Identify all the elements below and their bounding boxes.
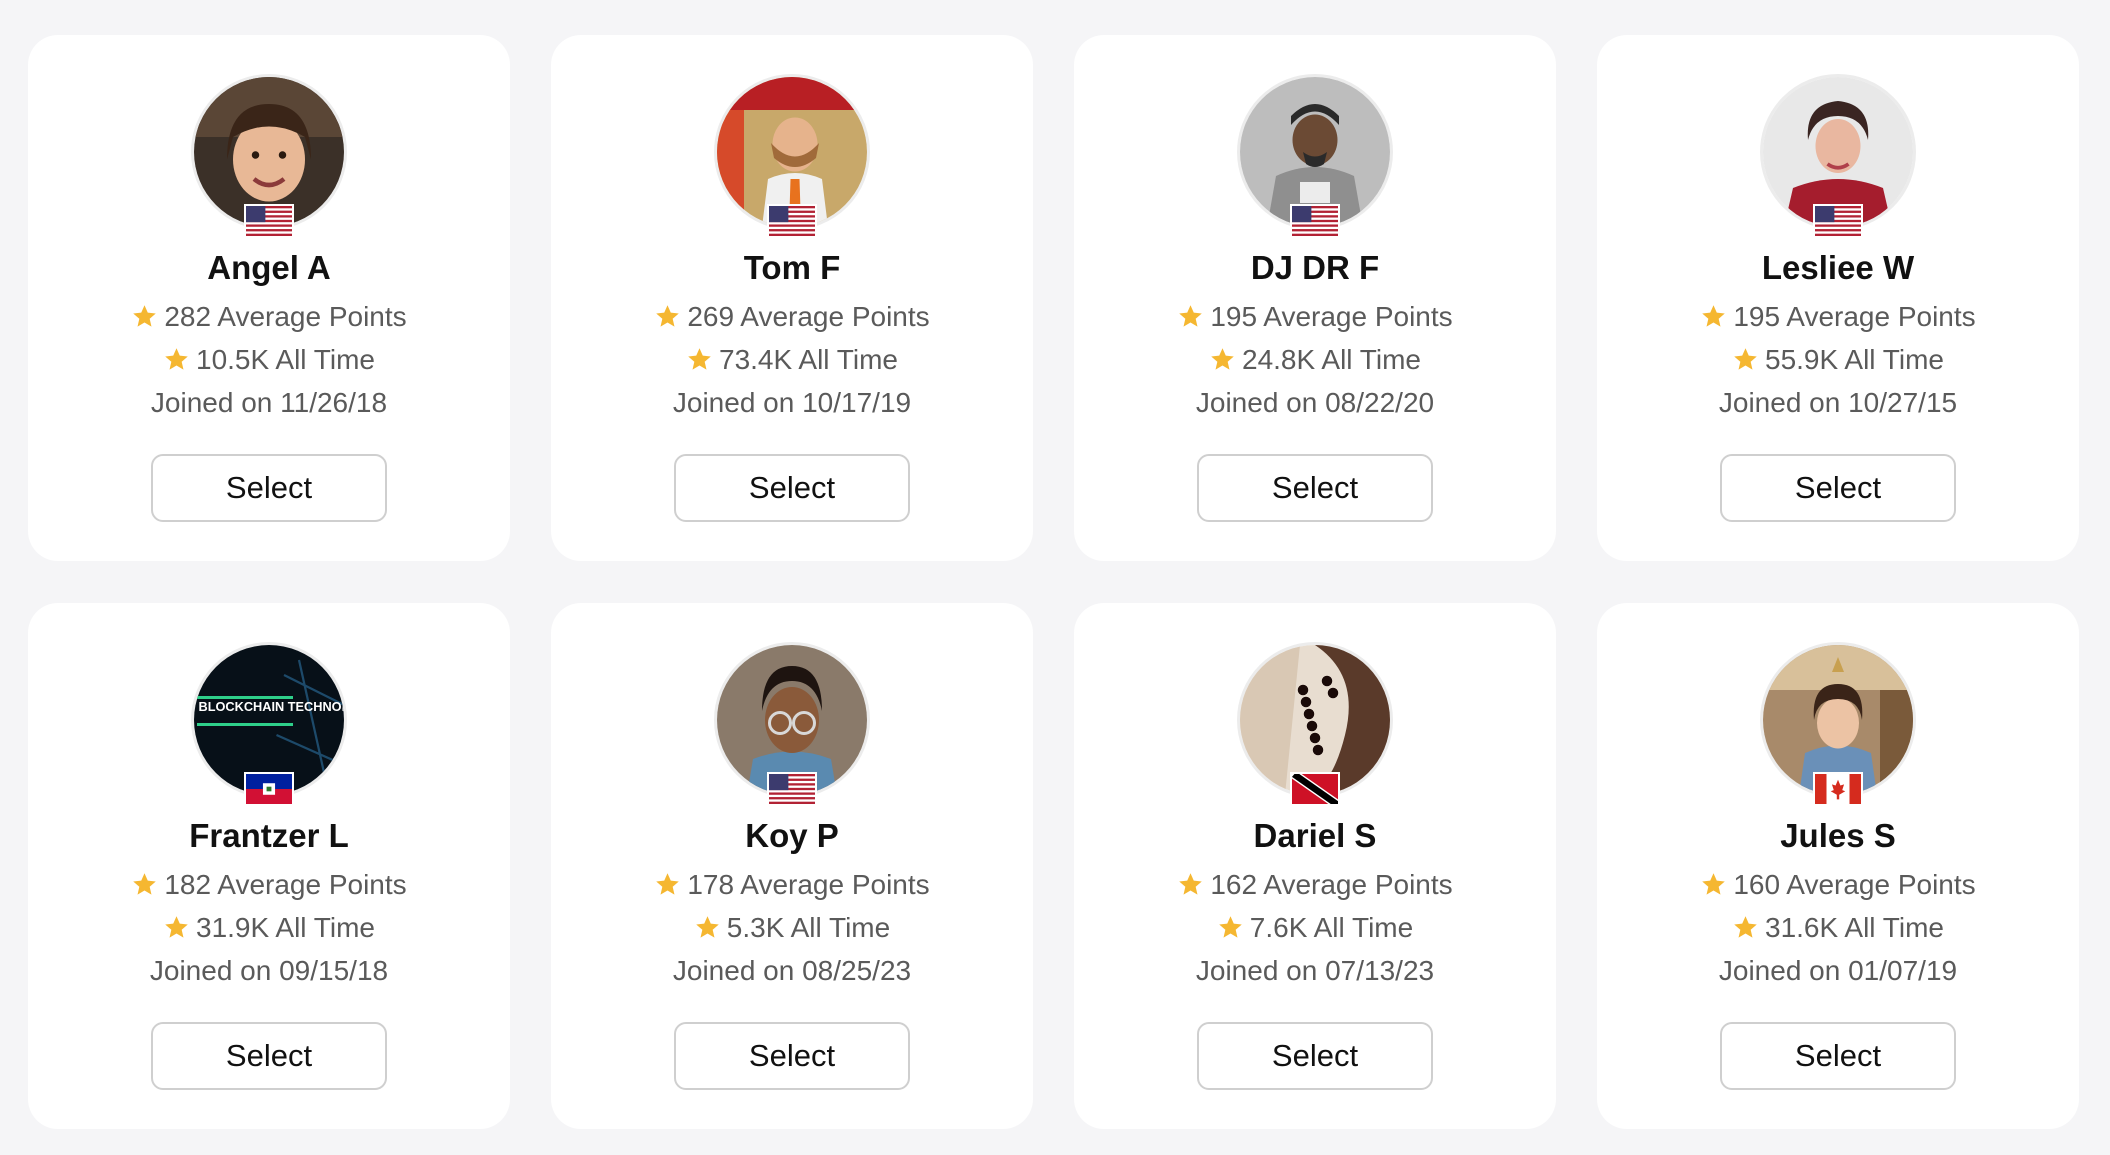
star-icon (1219, 916, 1242, 938)
user-card: DJ DR F 195 Average Points 24.8K All Tim… (1074, 35, 1556, 561)
average-points: 178 Average Points (654, 865, 930, 904)
user-name: Frantzer L (189, 817, 349, 854)
joined-date: Joined on 09/15/18 (149, 955, 389, 986)
select-button[interactable]: Select (674, 454, 910, 522)
all-time-text: 31.6K All Time (1765, 912, 1944, 943)
average-points: 269 Average Points (654, 297, 930, 336)
average-points: 162 Average Points (1177, 865, 1453, 904)
all-time-text: 5.3K All Time (726, 912, 891, 943)
star-icon (656, 873, 680, 895)
avatar-container: BLOCKCHAIN TECHNOLOGY (191, 642, 347, 806)
joined-date: Joined on 08/22/20 (1195, 387, 1435, 418)
all-time-points: 7.6K All Time (1217, 908, 1413, 947)
all-time-text: 7.6K All Time (1249, 912, 1414, 943)
user-card: Jules S 160 Average Points 31.6K All Tim… (1597, 603, 2079, 1129)
average-points-text: 182 Average Points (164, 869, 407, 900)
all-time-text: 55.9K All Time (1765, 344, 1944, 375)
star-icon (1702, 873, 1726, 895)
user-card-grid: Angel A 282 Average Points 10.5K All Tim… (28, 35, 2079, 1129)
all-time-points: 5.3K All Time (694, 908, 890, 947)
all-time-points: 31.9K All Time (163, 908, 375, 947)
user-name: Dariel S (1253, 817, 1377, 854)
select-button[interactable]: Select (674, 1022, 910, 1090)
user-name: Tom F (743, 249, 841, 286)
star-icon (1179, 305, 1203, 327)
star-icon (133, 305, 157, 327)
average-points: 195 Average Points (1177, 297, 1453, 336)
us-flag-icon (1813, 204, 1863, 238)
average-points: 195 Average Points (1700, 297, 1976, 336)
user-name: Jules S (1780, 817, 1896, 854)
joined-date: Joined on 08/25/23 (672, 955, 912, 986)
all-time-text: 73.4K All Time (719, 344, 898, 375)
avatar-text: BLOCKCHAIN TECHNOLOGY (199, 699, 345, 714)
user-name: Koy P (745, 817, 839, 854)
star-icon (1211, 348, 1234, 370)
select-button[interactable]: Select (1197, 454, 1433, 522)
star-icon (688, 348, 711, 370)
joined-date: Joined on 01/07/19 (1718, 955, 1958, 986)
haiti-flag-icon (244, 772, 294, 806)
average-points-text: 162 Average Points (1210, 869, 1453, 900)
user-card: Angel A 282 Average Points 10.5K All Tim… (28, 35, 510, 561)
star-icon (696, 916, 719, 938)
trinidad-flag-icon (1290, 772, 1340, 806)
all-time-text: 31.9K All Time (196, 912, 375, 943)
average-points-text: 282 Average Points (164, 301, 407, 332)
star-icon (1734, 348, 1757, 370)
user-card: Tom F 269 Average Points 73.4K All Time … (551, 35, 1033, 561)
joined-date: Joined on 10/27/15 (1718, 387, 1958, 418)
average-points-text: 178 Average Points (687, 869, 930, 900)
star-icon (656, 305, 680, 327)
select-button[interactable]: Select (1720, 1022, 1956, 1090)
average-points: 160 Average Points (1700, 865, 1976, 904)
select-button[interactable]: Select (151, 1022, 387, 1090)
user-name: Lesliee W (1761, 249, 1915, 286)
average-points-text: 195 Average Points (1210, 301, 1453, 332)
joined-date: Joined on 11/26/18 (150, 387, 388, 418)
star-icon (165, 916, 188, 938)
all-time-points: 55.9K All Time (1732, 340, 1944, 379)
all-time-text: 10.5K All Time (196, 344, 375, 375)
select-button[interactable]: Select (151, 454, 387, 522)
user-card: Dariel S 162 Average Points 7.6K All Tim… (1074, 603, 1556, 1129)
avatar-container (714, 642, 870, 806)
us-flag-icon (767, 772, 817, 806)
avatar-container (1237, 642, 1393, 806)
star-icon (1702, 305, 1726, 327)
average-points-text: 195 Average Points (1733, 301, 1976, 332)
user-card: Lesliee W 195 Average Points 55.9K All T… (1597, 35, 2079, 561)
avatar-container (1760, 74, 1916, 238)
select-button[interactable]: Select (1720, 454, 1956, 522)
all-time-points: 24.8K All Time (1209, 340, 1421, 379)
user-name: DJ DR F (1250, 249, 1380, 286)
all-time-text: 24.8K All Time (1242, 344, 1421, 375)
average-points-text: 269 Average Points (687, 301, 930, 332)
us-flag-icon (1290, 204, 1340, 238)
star-icon (165, 348, 188, 370)
user-name: Angel A (207, 249, 331, 286)
us-flag-icon (244, 204, 294, 238)
star-icon (133, 873, 157, 895)
avatar-container (1237, 74, 1393, 238)
joined-date: Joined on 10/17/19 (672, 387, 912, 418)
select-button[interactable]: Select (1197, 1022, 1433, 1090)
canada-flag-icon (1813, 772, 1863, 806)
star-icon (1734, 916, 1757, 938)
joined-date: Joined on 07/13/23 (1195, 955, 1435, 986)
average-points: 282 Average Points (131, 297, 407, 336)
avatar-container (1760, 642, 1916, 806)
average-points: 182 Average Points (131, 865, 407, 904)
avatar-container (191, 74, 347, 238)
star-icon (1179, 873, 1203, 895)
avatar-container (714, 74, 870, 238)
average-points-text: 160 Average Points (1733, 869, 1976, 900)
all-time-points: 10.5K All Time (163, 340, 375, 379)
user-card: BLOCKCHAIN TECHNOLOGY Frantzer L 182 Ave… (28, 603, 510, 1129)
all-time-points: 73.4K All Time (686, 340, 898, 379)
user-card: Koy P 178 Average Points 5.3K All Time J… (551, 603, 1033, 1129)
all-time-points: 31.6K All Time (1732, 908, 1944, 947)
us-flag-icon (767, 204, 817, 238)
